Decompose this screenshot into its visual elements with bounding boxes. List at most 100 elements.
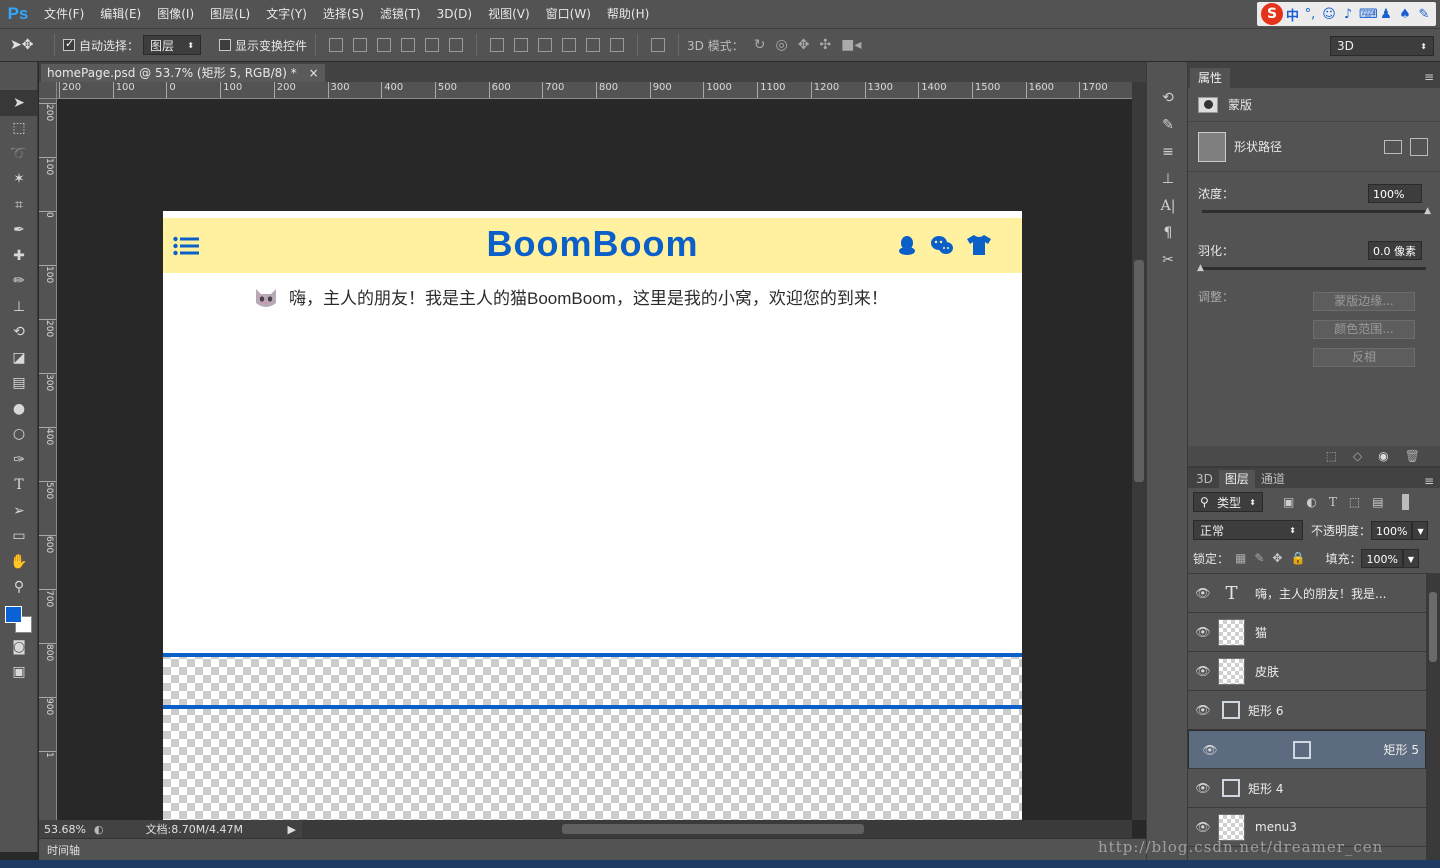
eyedropper-tool-icon[interactable]: ✒ xyxy=(0,218,38,244)
3d-scale-icon[interactable]: ■◂ xyxy=(841,37,861,53)
fill-input[interactable]: 100% xyxy=(1361,548,1403,568)
healing-brush-tool-icon[interactable]: ✚ xyxy=(0,243,38,269)
filter-toggle-icon[interactable] xyxy=(1401,494,1409,510)
hand-tool-icon[interactable]: ✋ xyxy=(0,549,38,575)
auto-select-checkbox[interactable]: 自动选择： xyxy=(63,37,139,54)
align-vcenter-icon[interactable] xyxy=(353,38,368,52)
menu-file[interactable]: 文件(F) xyxy=(36,0,92,28)
visibility-eye-icon[interactable]: 👁 xyxy=(1188,820,1218,834)
keyboard-icon[interactable]: ⌨ xyxy=(1359,7,1378,22)
eraser-tool-icon[interactable]: ◪ xyxy=(0,345,38,371)
zoom-tool-icon[interactable]: ⚲ xyxy=(0,575,38,601)
voice-icon[interactable]: ♪ xyxy=(1340,7,1356,22)
lock-image-icon[interactable]: ✎ xyxy=(1254,551,1264,565)
menu-image[interactable]: 图像(I) xyxy=(149,0,202,28)
menu-help[interactable]: 帮助(H) xyxy=(599,0,657,28)
brush-presets-icon[interactable]: ≡ xyxy=(1147,138,1189,165)
tab-channels[interactable]: 通道 xyxy=(1255,470,1291,488)
menu-view[interactable]: 视图(V) xyxy=(480,0,538,28)
tools-icon[interactable]: ✎ xyxy=(1416,7,1432,22)
layer-row[interactable]: 👁 皮肤 xyxy=(1188,652,1426,691)
align-top-icon[interactable] xyxy=(329,38,344,52)
density-slider-handle-icon[interactable]: ▲ xyxy=(1424,206,1431,216)
visibility-eye-icon[interactable]: 👁 xyxy=(1188,664,1218,678)
ime-language-toggle[interactable]: 中 xyxy=(1286,5,1299,24)
visibility-eye-icon[interactable]: 👁 xyxy=(1195,743,1225,757)
rectangle-4-line[interactable] xyxy=(163,705,1022,709)
screen-mode-icon[interactable]: ▣ xyxy=(0,660,38,686)
3d-rotate-icon[interactable]: ↻ xyxy=(754,37,766,53)
3d-roll-icon[interactable]: ◎ xyxy=(775,37,787,53)
filter-type-icon[interactable]: T xyxy=(1329,495,1337,509)
distribute-hcenter-icon[interactable] xyxy=(586,38,601,52)
feather-slider-handle-icon[interactable]: ▲ xyxy=(1197,263,1204,273)
brush-panel-icon[interactable]: ✎ xyxy=(1147,111,1189,138)
opacity-arrow-icon[interactable]: ▼ xyxy=(1412,520,1429,540)
filter-smart-icon[interactable]: ▤ xyxy=(1372,495,1383,509)
filter-pixel-icon[interactable]: ▣ xyxy=(1283,495,1294,509)
delete-mask-icon[interactable]: 🗑 xyxy=(1405,449,1420,463)
vertical-scrollbar[interactable] xyxy=(1132,82,1146,820)
align-hcenter-icon[interactable] xyxy=(425,38,440,52)
auto-select-target-dropdown[interactable]: 图层 ⬍ xyxy=(143,35,202,55)
move-tool-icon[interactable]: ➤ xyxy=(0,90,38,116)
layer-filter-dropdown[interactable]: ⚲ 类型 ⬍ xyxy=(1193,492,1263,512)
invert-button[interactable]: 反相 xyxy=(1313,348,1415,367)
density-slider[interactable]: ▲ xyxy=(1202,206,1431,216)
visibility-eye-icon[interactable]: 👁 xyxy=(1188,586,1218,600)
layer-row[interactable]: 👁 矩形 6 xyxy=(1188,691,1426,730)
marquee-tool-icon[interactable]: ⬚ xyxy=(0,116,38,142)
tab-layers[interactable]: 图层 xyxy=(1218,470,1255,488)
fill-arrow-icon[interactable]: ▼ xyxy=(1402,548,1419,568)
clone-source-icon[interactable]: ⊥ xyxy=(1147,165,1189,192)
blend-mode-dropdown[interactable]: 正常 ⬍ xyxy=(1193,520,1303,540)
feather-slider[interactable]: ▲ xyxy=(1197,263,1426,273)
auto-align-icon[interactable] xyxy=(651,38,666,52)
3d-drag-icon[interactable]: ✥ xyxy=(798,37,810,53)
quick-mask-icon[interactable]: ◙ xyxy=(0,634,38,660)
status-menu-arrow-icon[interactable]: ▶ xyxy=(288,823,296,836)
distribute-left-icon[interactable] xyxy=(562,38,577,52)
type-tool-icon[interactable]: T xyxy=(0,473,38,499)
layer-row-selected[interactable]: 👁 矩形 5 xyxy=(1188,730,1426,769)
rectangle-5-line[interactable] xyxy=(163,653,1022,657)
visibility-eye-icon[interactable]: 👁 xyxy=(1188,781,1218,795)
checkbox-checked-icon[interactable] xyxy=(63,37,75,51)
pen-tool-icon[interactable]: ✑ xyxy=(0,447,38,473)
align-right-icon[interactable] xyxy=(449,38,464,52)
filter-shape-icon[interactable]: ⬚ xyxy=(1349,495,1360,509)
brush-tool-icon[interactable]: ✏ xyxy=(0,269,38,295)
history-panel-icon[interactable]: ⟲ xyxy=(1147,84,1189,111)
layer-row[interactable]: 👁 猫 xyxy=(1188,613,1426,652)
visibility-eye-icon[interactable]: 👁 xyxy=(1188,625,1218,639)
filter-adjust-icon[interactable]: ◐ xyxy=(1306,495,1316,509)
timeline-label[interactable]: 时间轴 xyxy=(47,842,80,858)
document-tab[interactable]: homePage.psd @ 53.7% (矩形 5, RGB/8) * × xyxy=(41,64,325,82)
tab-3d[interactable]: 3D xyxy=(1190,470,1219,488)
character-panel-icon[interactable]: A| xyxy=(1147,192,1189,219)
gradient-tool-icon[interactable]: ▤ xyxy=(0,371,38,397)
rectangle-tool-icon[interactable]: ▭ xyxy=(0,524,38,550)
menu-edit[interactable]: 编辑(E) xyxy=(92,0,149,28)
history-brush-tool-icon[interactable]: ⟲ xyxy=(0,320,38,346)
ime-toolbar[interactable]: S 中 °, ☺ ♪ ⌨ ♟ ♠ ✎ xyxy=(1256,2,1436,26)
lock-position-icon[interactable]: ✥ xyxy=(1272,551,1282,565)
load-selection-icon[interactable]: ⬚ xyxy=(1326,449,1337,463)
crop-tool-icon[interactable]: ⌗ xyxy=(0,192,38,218)
menu-filter[interactable]: 滤镜(T) xyxy=(372,0,429,28)
menu-type[interactable]: 文字(Y) xyxy=(258,0,315,28)
checkbox-icon[interactable] xyxy=(219,39,232,51)
document-canvas[interactable]: BoomBoom 嗨，主人的朋友！我是主人的猫BoomBoom，这里是我的小窝，… xyxy=(163,211,1022,820)
lock-transparent-icon[interactable]: ▦ xyxy=(1235,551,1246,565)
sogou-ime-icon[interactable]: S xyxy=(1260,3,1283,25)
dodge-tool-icon[interactable]: ○ xyxy=(0,422,38,448)
distribute-right-icon[interactable] xyxy=(610,38,625,52)
menu-layer[interactable]: 图层(L) xyxy=(202,0,258,28)
user-icon[interactable]: ♟ xyxy=(1378,7,1394,22)
color-range-button[interactable]: 颜色范围... xyxy=(1313,320,1415,339)
panel-menu-icon[interactable]: ≡ xyxy=(1424,70,1434,84)
distribute-top-icon[interactable] xyxy=(490,38,505,52)
visibility-eye-icon[interactable]: 👁 xyxy=(1188,703,1218,717)
menu-select[interactable]: 选择(S) xyxy=(315,0,372,28)
show-transform-checkbox[interactable]: 显示变换控件 xyxy=(219,37,307,54)
